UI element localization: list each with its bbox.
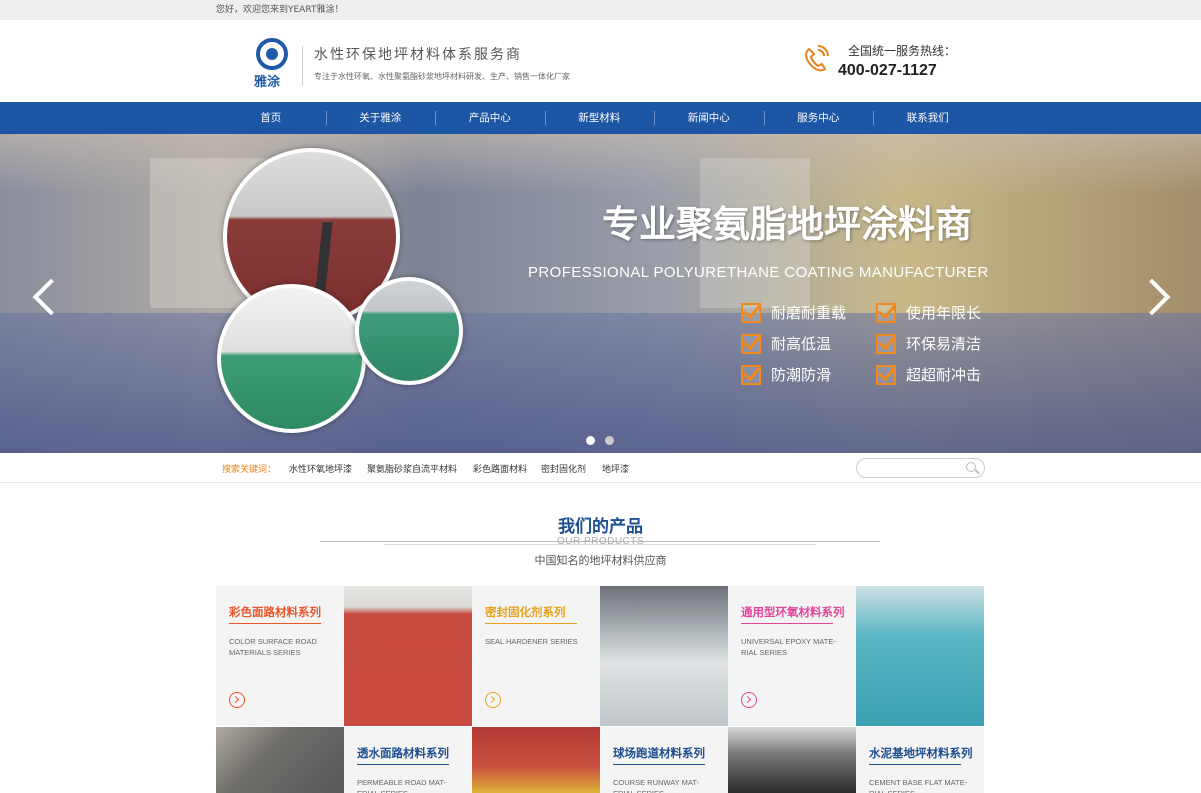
product-subtitle-en: PERMEABLE ROAD MAT-ERIAL SERIES bbox=[357, 778, 447, 793]
arrow-right-icon[interactable] bbox=[741, 692, 757, 708]
feature-label: 防潮防滑 bbox=[771, 366, 832, 384]
title-underline bbox=[613, 764, 705, 765]
keyword-link[interactable]: 水性环氧地坪漆 bbox=[289, 462, 352, 475]
carousel-dot[interactable] bbox=[605, 436, 614, 445]
checkbox-icon bbox=[876, 302, 896, 323]
nav-item-contact[interactable]: 联系我们 bbox=[873, 102, 983, 134]
floor-photo-green-small bbox=[355, 277, 463, 385]
section-subtitle: 中国知名的地坪材料供应商 bbox=[534, 554, 667, 567]
product-card-permeable-road[interactable]: 透水面路材料系列 PERMEABLE ROAD MAT-ERIAL SERIES bbox=[344, 727, 472, 793]
header: 雅涂 水性环保地坪材料体系服务商 专注于水性环氧、水性聚氨酯砂浆地坪材料研发、生… bbox=[216, 20, 986, 102]
keyword-link[interactable]: 地坪漆 bbox=[602, 462, 629, 475]
carousel-dots bbox=[586, 436, 624, 445]
checkbox-icon bbox=[741, 333, 761, 354]
feature-label: 耐高低温 bbox=[771, 335, 832, 353]
product-title: 密封固化剂系列 bbox=[485, 605, 566, 619]
arrow-right-icon[interactable] bbox=[229, 692, 245, 708]
title-underline bbox=[741, 623, 833, 624]
product-subtitle-en: SEAL HARDENER SERIES bbox=[485, 637, 578, 646]
product-subtitle-en: COURSE RUNWAY MAT-ERIAL SERIES bbox=[613, 778, 699, 793]
product-card-seal-hardener[interactable]: 密封固化剂系列 SEAL HARDENER SERIES bbox=[472, 586, 600, 726]
feature-item: 超超耐冲击 bbox=[876, 364, 981, 385]
feature-item: 防潮防滑 bbox=[741, 364, 831, 385]
feature-label: 耐磨耐重载 bbox=[771, 304, 847, 322]
hotline-number: 400-027-1127 bbox=[838, 62, 937, 79]
product-grid: 彩色面路材料系列 COLOR SURFACE ROAD MATERIALS SE… bbox=[216, 586, 984, 793]
title-underline bbox=[357, 764, 449, 765]
arrow-right-icon[interactable] bbox=[485, 692, 501, 708]
banner-subtitle: PROFESSIONAL POLYURETHANE COATING MANUFA… bbox=[528, 264, 989, 281]
title-underline bbox=[229, 623, 321, 624]
carousel-prev-icon[interactable] bbox=[32, 276, 58, 316]
carousel-next-icon[interactable] bbox=[1143, 276, 1169, 316]
phone-icon bbox=[805, 45, 829, 72]
search-input[interactable] bbox=[856, 458, 985, 478]
nav-item-service[interactable]: 服务中心 bbox=[763, 102, 874, 134]
section-title: 我们的产品 bbox=[558, 517, 643, 537]
product-title: 球场跑道材料系列 bbox=[613, 746, 705, 760]
product-card-color-road[interactable]: 彩色面路材料系列 COLOR SURFACE ROAD MATERIALS SE… bbox=[216, 586, 344, 726]
checkbox-icon bbox=[741, 364, 761, 385]
logo-text: 雅涂 bbox=[254, 75, 281, 90]
feature-label: 超超耐冲击 bbox=[906, 366, 982, 384]
product-title: 水泥基地坪材料系列 bbox=[869, 746, 973, 760]
nav-item-home[interactable]: 首页 bbox=[216, 102, 326, 134]
feature-item: 耐磨耐重载 bbox=[741, 302, 846, 323]
search-icon[interactable] bbox=[966, 462, 976, 472]
keyword-bar: 搜索关键词： 水性环氧地坪漆 聚氨脂砂浆自流平材料 彩色路面材料 密封固化剂 地… bbox=[0, 453, 1201, 483]
product-subtitle-en: UNIVERSAL EPOXY MATE-RIAL SERIES bbox=[741, 637, 836, 657]
product-subtitle-en: CEMENT BASE FLAT MATE-RIAL SERIES bbox=[869, 778, 968, 793]
welcome-text: 您好，欢迎您来到YEART雅涂！ bbox=[216, 5, 344, 15]
main-nav: 首页 关于雅涂 产品中心 新型材料 新闻中心 服务中心 联系我们 bbox=[0, 102, 1201, 134]
hotline-label: 全国统一服务热线： bbox=[848, 44, 957, 58]
product-image[interactable] bbox=[344, 586, 472, 726]
keyword-label: 搜索关键词： bbox=[222, 465, 277, 475]
banner-title: 专业聚氨脂地坪涂料商 bbox=[602, 203, 972, 246]
product-subtitle-en: COLOR SURFACE ROAD MATERIALS SERIES bbox=[229, 637, 317, 657]
product-image[interactable] bbox=[216, 727, 344, 793]
divider bbox=[302, 46, 303, 86]
product-title: 通用型环氧材料系列 bbox=[741, 605, 845, 619]
product-image[interactable] bbox=[600, 586, 728, 726]
feature-label: 使用年限长 bbox=[906, 304, 982, 322]
carousel-dot[interactable] bbox=[586, 436, 595, 445]
logo[interactable]: 雅涂 bbox=[254, 38, 290, 90]
feature-label: 环保易清洁 bbox=[906, 335, 982, 353]
checkbox-icon bbox=[741, 302, 761, 323]
keyword-link[interactable]: 聚氨脂砂浆自流平材料 bbox=[367, 462, 457, 475]
product-card-cement-base[interactable]: 水泥基地坪材料系列 CEMENT BASE FLAT MATE-RIAL SER… bbox=[856, 727, 984, 793]
title-underline bbox=[869, 764, 961, 765]
checkbox-icon bbox=[876, 364, 896, 385]
floor-photo-green bbox=[217, 284, 366, 433]
top-bar: 您好，欢迎您来到YEART雅涂！ bbox=[0, 0, 1201, 20]
nav-item-about[interactable]: 关于雅涂 bbox=[325, 102, 436, 134]
keyword-link[interactable]: 彩色路面材料 bbox=[473, 462, 527, 475]
product-image[interactable] bbox=[472, 727, 600, 793]
logo-mark-icon bbox=[256, 38, 288, 70]
product-card-course-runway[interactable]: 球场跑道材料系列 COURSE RUNWAY MAT-ERIAL SERIES bbox=[600, 727, 728, 793]
product-image[interactable] bbox=[856, 586, 984, 726]
site-description: 专注于水性环氧、水性聚氨酯砂浆地坪材料研发、生产、销售一体化厂家 bbox=[314, 72, 570, 81]
product-image[interactable] bbox=[728, 727, 856, 793]
feature-item: 环保易清洁 bbox=[876, 333, 981, 354]
feature-item: 耐高低温 bbox=[741, 333, 831, 354]
hero-banner[interactable]: 专业聚氨脂地坪涂料商 PROFESSIONAL POLYURETHANE COA… bbox=[0, 134, 1201, 453]
keyword-link[interactable]: 密封固化剂 bbox=[541, 462, 586, 475]
product-title: 透水面路材料系列 bbox=[357, 746, 449, 760]
checkbox-icon bbox=[876, 333, 896, 354]
site-slogan: 水性环保地坪材料体系服务商 bbox=[314, 47, 522, 63]
banner-bg-floor bbox=[0, 313, 1201, 453]
nav-item-products[interactable]: 产品中心 bbox=[435, 102, 545, 134]
nav-item-new-materials[interactable]: 新型材料 bbox=[544, 102, 655, 134]
title-underline bbox=[485, 623, 577, 624]
feature-item: 使用年限长 bbox=[876, 302, 981, 323]
nav-item-news[interactable]: 新闻中心 bbox=[654, 102, 764, 134]
product-title: 彩色面路材料系列 bbox=[229, 605, 321, 619]
section-title-en: OUR PRODUCTS bbox=[556, 536, 645, 547]
product-card-epoxy[interactable]: 通用型环氧材料系列 UNIVERSAL EPOXY MATE-RIAL SERI… bbox=[728, 586, 856, 726]
